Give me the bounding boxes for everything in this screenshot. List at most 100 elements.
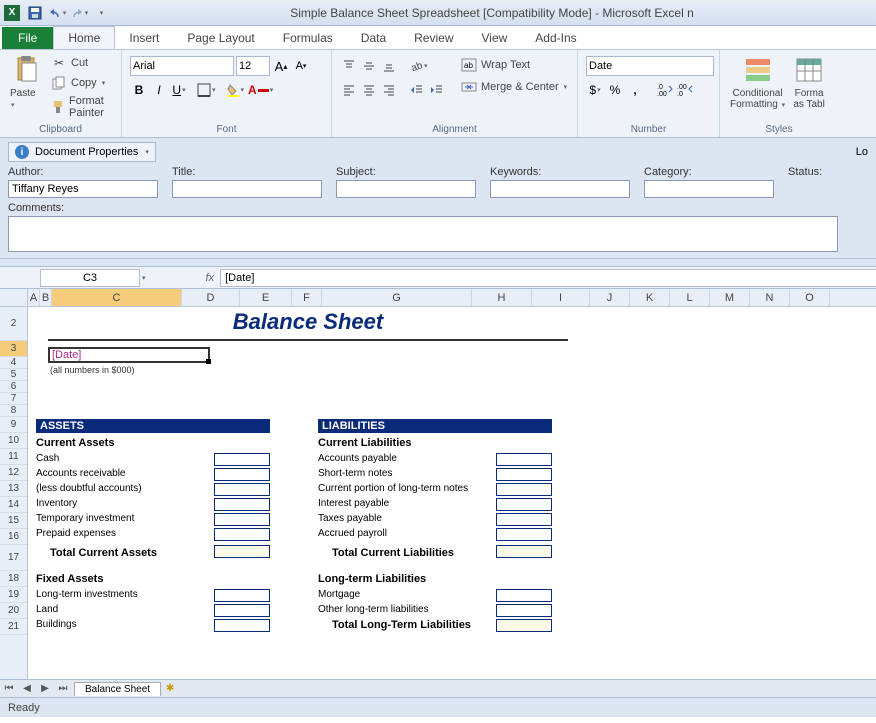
accounting-format-button[interactable]: $▾ bbox=[586, 80, 604, 100]
qat-save-icon[interactable] bbox=[25, 3, 45, 23]
row-header[interactable]: 20 bbox=[0, 603, 27, 619]
row-header[interactable]: 7 bbox=[0, 393, 27, 405]
row-header[interactable]: 6 bbox=[0, 381, 27, 393]
increase-font-icon[interactable]: A▴ bbox=[272, 56, 290, 76]
col-header[interactable]: C bbox=[52, 289, 182, 306]
row-header[interactable]: 21 bbox=[0, 619, 27, 635]
row-header[interactable]: 9 bbox=[0, 417, 27, 433]
value-cell[interactable] bbox=[214, 604, 270, 617]
author-input[interactable] bbox=[8, 180, 158, 198]
col-header[interactable]: F bbox=[292, 289, 322, 306]
tab-file[interactable]: File bbox=[2, 27, 53, 49]
row-header[interactable]: 2 bbox=[0, 307, 27, 341]
subject-input[interactable] bbox=[336, 180, 476, 198]
col-header[interactable]: B bbox=[40, 289, 52, 306]
value-cell[interactable] bbox=[496, 589, 552, 602]
row-header[interactable]: 14 bbox=[0, 497, 27, 513]
col-header[interactable]: A bbox=[28, 289, 40, 306]
tab-nav-prev-icon[interactable]: ◀ bbox=[18, 683, 36, 694]
value-cell[interactable] bbox=[496, 468, 552, 481]
row-header[interactable]: 16 bbox=[0, 529, 27, 545]
value-cell[interactable] bbox=[214, 453, 270, 466]
new-sheet-icon[interactable]: ✱ bbox=[161, 683, 179, 694]
formula-input[interactable] bbox=[220, 269, 876, 287]
value-cell[interactable] bbox=[214, 528, 270, 541]
align-left-icon[interactable] bbox=[340, 80, 358, 100]
align-middle-icon[interactable] bbox=[360, 56, 378, 76]
sheet-tab[interactable]: Balance Sheet bbox=[74, 682, 161, 696]
merge-center-button[interactable]: Merge & Center▾ bbox=[458, 78, 570, 96]
increase-indent-icon[interactable] bbox=[428, 80, 446, 100]
italic-button[interactable]: I bbox=[150, 80, 168, 100]
name-box[interactable] bbox=[40, 269, 140, 287]
value-cell[interactable] bbox=[214, 483, 270, 496]
col-header[interactable]: M bbox=[710, 289, 750, 306]
col-header[interactable]: E bbox=[240, 289, 292, 306]
increase-decimal-button[interactable]: .0.00 bbox=[656, 80, 674, 100]
font-size-select[interactable] bbox=[236, 56, 270, 76]
total-cell[interactable] bbox=[496, 545, 552, 558]
value-cell[interactable] bbox=[496, 604, 552, 617]
align-bottom-icon[interactable] bbox=[380, 56, 398, 76]
value-cell[interactable] bbox=[214, 468, 270, 481]
align-top-icon[interactable] bbox=[340, 56, 358, 76]
col-header[interactable]: J bbox=[590, 289, 630, 306]
align-center-icon[interactable] bbox=[360, 80, 378, 100]
title-input[interactable] bbox=[172, 180, 322, 198]
row-header[interactable]: 15 bbox=[0, 513, 27, 529]
col-header[interactable]: N bbox=[750, 289, 790, 306]
total-cell[interactable] bbox=[496, 619, 552, 632]
paste-button[interactable]: Paste ▾ bbox=[6, 52, 46, 112]
format-as-table-button[interactable]: Formaas Tabl bbox=[789, 52, 829, 112]
row-header[interactable]: 18 bbox=[0, 571, 27, 587]
row-header[interactable]: 8 bbox=[0, 405, 27, 417]
decrease-font-icon[interactable]: A▾ bbox=[292, 56, 310, 76]
qat-undo-icon[interactable]: ▾ bbox=[47, 3, 67, 23]
fx-icon[interactable]: fx bbox=[206, 272, 215, 284]
tab-home[interactable]: Home bbox=[53, 26, 115, 49]
tab-pagelayout[interactable]: Page Layout bbox=[173, 27, 268, 49]
value-cell[interactable] bbox=[496, 453, 552, 466]
comments-input[interactable] bbox=[8, 216, 838, 252]
fill-handle[interactable] bbox=[206, 359, 211, 364]
copy-button[interactable]: Copy▾ bbox=[48, 74, 113, 92]
total-cell[interactable] bbox=[214, 545, 270, 558]
col-header[interactable]: H bbox=[472, 289, 532, 306]
row-header[interactable]: 5 bbox=[0, 369, 27, 381]
number-format-select[interactable] bbox=[586, 56, 714, 76]
tab-review[interactable]: Review bbox=[400, 27, 467, 49]
value-cell[interactable] bbox=[214, 498, 270, 511]
tab-nav-next-icon[interactable]: ▶ bbox=[36, 683, 54, 694]
value-cell[interactable] bbox=[496, 528, 552, 541]
orientation-icon[interactable]: ab▾ bbox=[408, 56, 429, 76]
align-right-icon[interactable] bbox=[380, 80, 398, 100]
row-header[interactable]: 19 bbox=[0, 587, 27, 603]
decrease-decimal-button[interactable]: .00.0 bbox=[676, 80, 694, 100]
format-painter-button[interactable]: Format Painter bbox=[48, 94, 113, 120]
value-cell[interactable] bbox=[496, 513, 552, 526]
value-cell[interactable] bbox=[496, 483, 552, 496]
tab-nav-last-icon[interactable]: ⏭ bbox=[54, 683, 72, 694]
border-button[interactable]: ▾ bbox=[196, 80, 217, 100]
cut-button[interactable]: ✂Cut bbox=[48, 54, 113, 72]
tab-formulas[interactable]: Formulas bbox=[269, 27, 347, 49]
value-cell[interactable] bbox=[496, 498, 552, 511]
value-cell[interactable] bbox=[214, 589, 270, 602]
spreadsheet-grid[interactable]: 2 3 4 5 6 7 8 9 10 11 12 13 14 15 16 17 … bbox=[0, 307, 876, 679]
col-header[interactable]: D bbox=[182, 289, 240, 306]
fill-color-button[interactable]: ▾ bbox=[225, 80, 246, 100]
wrap-text-button[interactable]: abWrap Text bbox=[458, 56, 570, 74]
row-header[interactable]: 4 bbox=[0, 357, 27, 369]
col-header[interactable]: O bbox=[790, 289, 830, 306]
category-input[interactable] bbox=[644, 180, 774, 198]
row-header[interactable]: 3 bbox=[0, 341, 27, 357]
tab-nav-first-icon[interactable]: ⏮ bbox=[0, 683, 18, 694]
row-header[interactable]: 17 bbox=[0, 545, 27, 571]
document-properties-dropdown[interactable]: i Document Properties ▾ bbox=[8, 142, 156, 162]
row-header[interactable]: 13 bbox=[0, 481, 27, 497]
col-header[interactable]: K bbox=[630, 289, 670, 306]
font-name-select[interactable] bbox=[130, 56, 234, 76]
tab-addins[interactable]: Add-Ins bbox=[521, 27, 590, 49]
qat-customize-icon[interactable]: ▾ bbox=[91, 3, 111, 23]
row-header[interactable]: 11 bbox=[0, 449, 27, 465]
